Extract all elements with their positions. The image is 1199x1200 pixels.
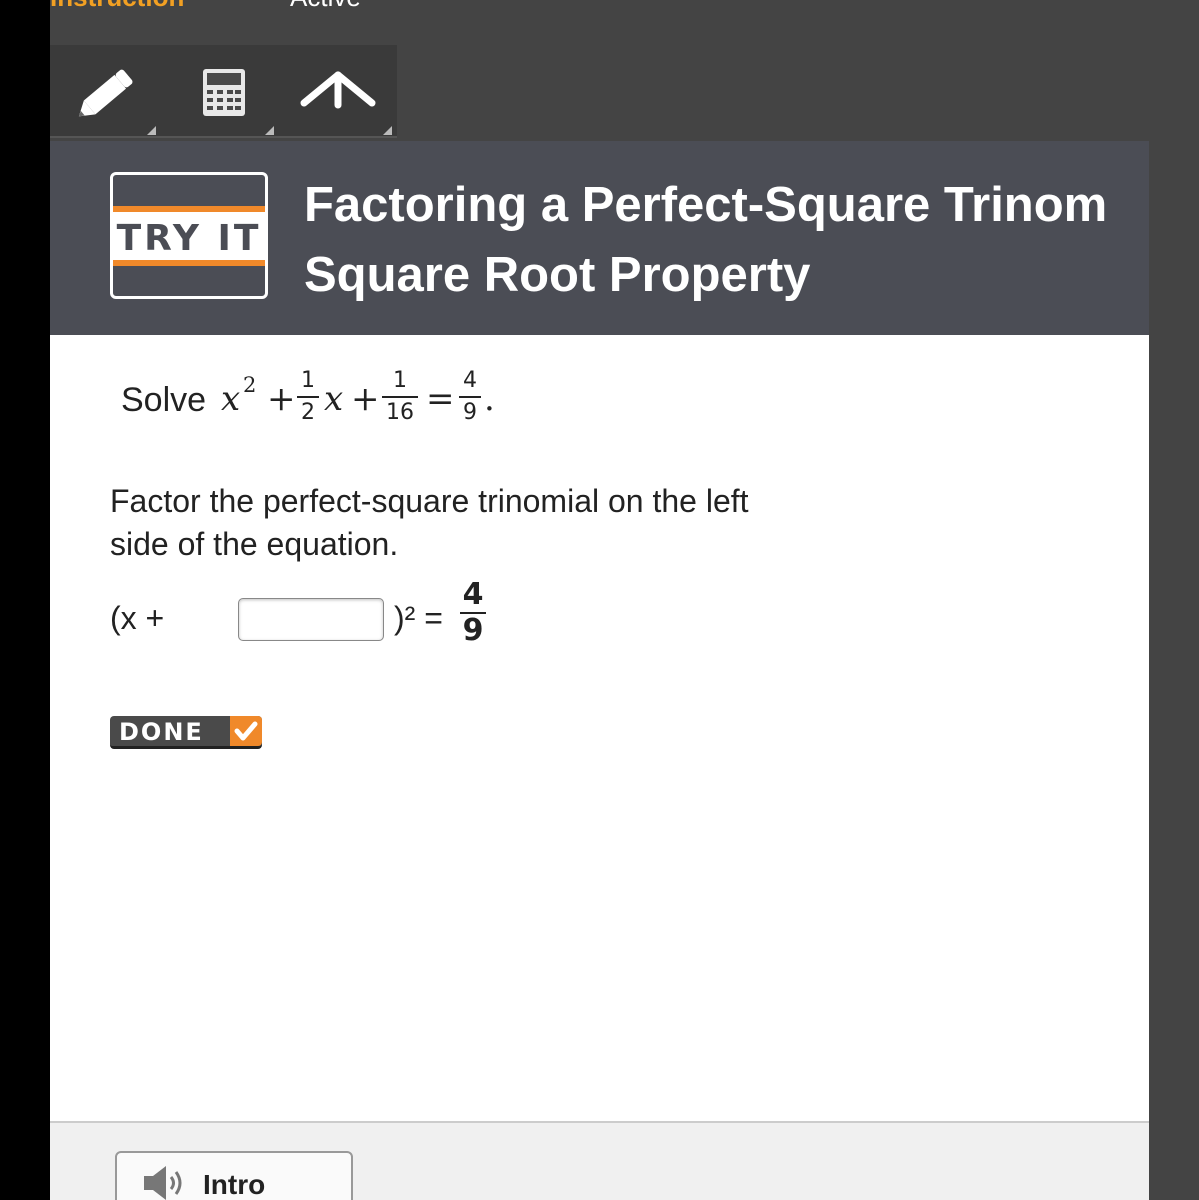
fraction-denominator: 9 — [463, 400, 477, 425]
fraction-denominator: 2 — [301, 400, 315, 425]
equation-prefix: (x + — [110, 600, 165, 636]
done-button[interactable]: DONE — [110, 716, 262, 749]
instruction-text: Factor the perfect-square trinomial on t… — [110, 480, 830, 566]
tool-menu-corner — [147, 126, 156, 135]
exponent: 2 — [243, 373, 257, 397]
rhs-numerator: 4 — [462, 577, 484, 612]
checkmark-icon — [230, 716, 262, 746]
try-it-badge: TRY IT — [110, 172, 268, 299]
variable-x: x — [221, 379, 241, 419]
page-title-line1: Factoring a Perfect-Square Trinom — [304, 178, 1108, 232]
pencil-icon — [78, 69, 133, 117]
fraction-bar — [297, 396, 319, 398]
period: . — [484, 379, 495, 419]
tab-instruction[interactable]: Instruction — [50, 0, 184, 13]
app-window: Instruction Active — [50, 0, 1199, 1200]
pencil-tool-button[interactable] — [50, 45, 160, 138]
reference-tool-button[interactable] — [286, 45, 396, 138]
lesson-header: TRY IT Factoring a Perfect-Square Trinom… — [50, 141, 1149, 335]
calculator-tool-button[interactable] — [168, 45, 278, 138]
intro-button[interactable]: Intro — [115, 1151, 353, 1200]
fraction-bar — [382, 396, 418, 398]
plus-sign: + — [267, 379, 296, 419]
try-it-label: TRY IT — [116, 218, 262, 259]
rhs-fraction: 4 9 — [460, 578, 486, 648]
fraction-denominator: 16 — [386, 400, 414, 425]
plus-sign: + — [351, 379, 380, 419]
up-arrow-icon — [300, 71, 376, 109]
instruction-line1: Factor the perfect-square trinomial on t… — [110, 483, 749, 519]
fraction-numerator: 4 — [463, 368, 477, 393]
tool-menu-corner — [383, 126, 392, 135]
toolbar — [50, 45, 397, 138]
fraction-four-ninths: 4 9 — [459, 369, 481, 425]
footer-bar: Intro — [50, 1121, 1149, 1200]
calculator-icon — [203, 69, 245, 116]
rhs-denominator: 9 — [462, 613, 484, 648]
equation-suffix: )² = — [394, 600, 443, 636]
fraction-one-half: 1 2 — [297, 369, 319, 425]
speaker-icon — [144, 1166, 182, 1200]
fraction-numerator: 1 — [393, 368, 407, 393]
fraction-one-sixteenth: 1 16 — [382, 369, 418, 425]
fraction-bar — [459, 396, 481, 398]
try-it-band: TRY IT — [113, 206, 265, 266]
variable-x: x — [324, 379, 344, 419]
done-button-label: DONE — [119, 718, 204, 746]
content-area: Solve x 2 + 1 2 x + 1 16 = 4 9 . Factor … — [50, 335, 1149, 1121]
answer-input[interactable] — [238, 598, 384, 641]
tab-active[interactable]: Active — [290, 0, 361, 13]
problem-word: Solve — [121, 381, 207, 419]
instruction-line2: side of the equation. — [110, 526, 399, 562]
equals-sign: = — [426, 379, 455, 419]
intro-label: Intro — [203, 1169, 266, 1200]
tool-menu-corner — [265, 126, 274, 135]
fraction-numerator: 1 — [301, 368, 315, 393]
page-title-line2: Square Root Property — [304, 248, 811, 302]
top-tabs: Instruction Active — [50, 0, 550, 12]
